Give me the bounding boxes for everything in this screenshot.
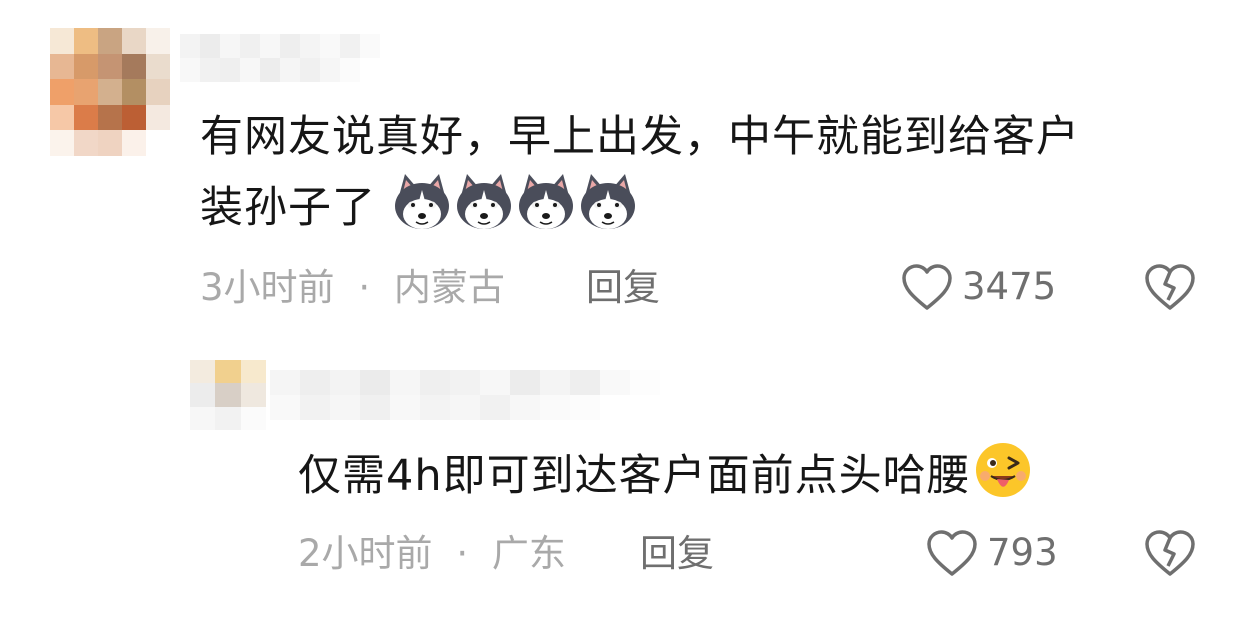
comment-time: 3小时前 — [200, 266, 335, 309]
husky-dog-emoji — [518, 174, 573, 229]
username-blurred[interactable] — [270, 370, 660, 420]
like-count: 793 — [987, 531, 1058, 574]
husky-emoji-group — [376, 174, 639, 233]
like-count: 3475 — [962, 265, 1057, 308]
comment-meta: 2小时前 · 广东 — [298, 532, 566, 576]
wink-tongue-emoji — [975, 443, 1030, 497]
comment-time: 2小时前 — [298, 532, 433, 575]
heart-outline-icon — [902, 264, 952, 310]
husky-dog-emoji — [580, 174, 635, 229]
comment-location: 广东 — [491, 532, 566, 575]
comment-text-content: 仅需4h即可到达客户面前点头哈腰 — [298, 451, 971, 501]
comment-text: 仅需4h即可到达客户面前点头哈腰 — [298, 440, 1035, 505]
meta-separator: · — [456, 532, 469, 575]
broken-heart-icon — [1145, 264, 1195, 310]
comment-location: 内蒙古 — [393, 266, 505, 309]
avatar[interactable] — [50, 28, 170, 156]
comment-text-line-2-text: 装孙子了 — [200, 183, 376, 233]
husky-dog-emoji — [394, 174, 449, 229]
comment-text-line-2: 装孙子了 — [200, 172, 639, 237]
like-button[interactable]: 793 — [925, 528, 1058, 578]
comment-text-line-1: 有网友说真好，早上出发，中午就能到给客户 — [200, 112, 1080, 162]
reply-button[interactable]: 回复 — [586, 266, 660, 310]
meta-separator: · — [358, 266, 371, 309]
husky-dog-emoji — [456, 174, 511, 229]
like-button[interactable]: 3475 — [900, 262, 1056, 312]
username-blurred[interactable] — [180, 34, 400, 82]
avatar[interactable] — [190, 360, 266, 430]
broken-heart-icon — [1145, 530, 1195, 576]
dislike-button[interactable] — [1143, 262, 1197, 316]
reply-button[interactable]: 回复 — [640, 532, 714, 576]
heart-outline-icon — [927, 530, 977, 576]
dislike-button[interactable] — [1143, 528, 1197, 582]
comment-meta: 3小时前 · 内蒙古 — [200, 266, 505, 310]
